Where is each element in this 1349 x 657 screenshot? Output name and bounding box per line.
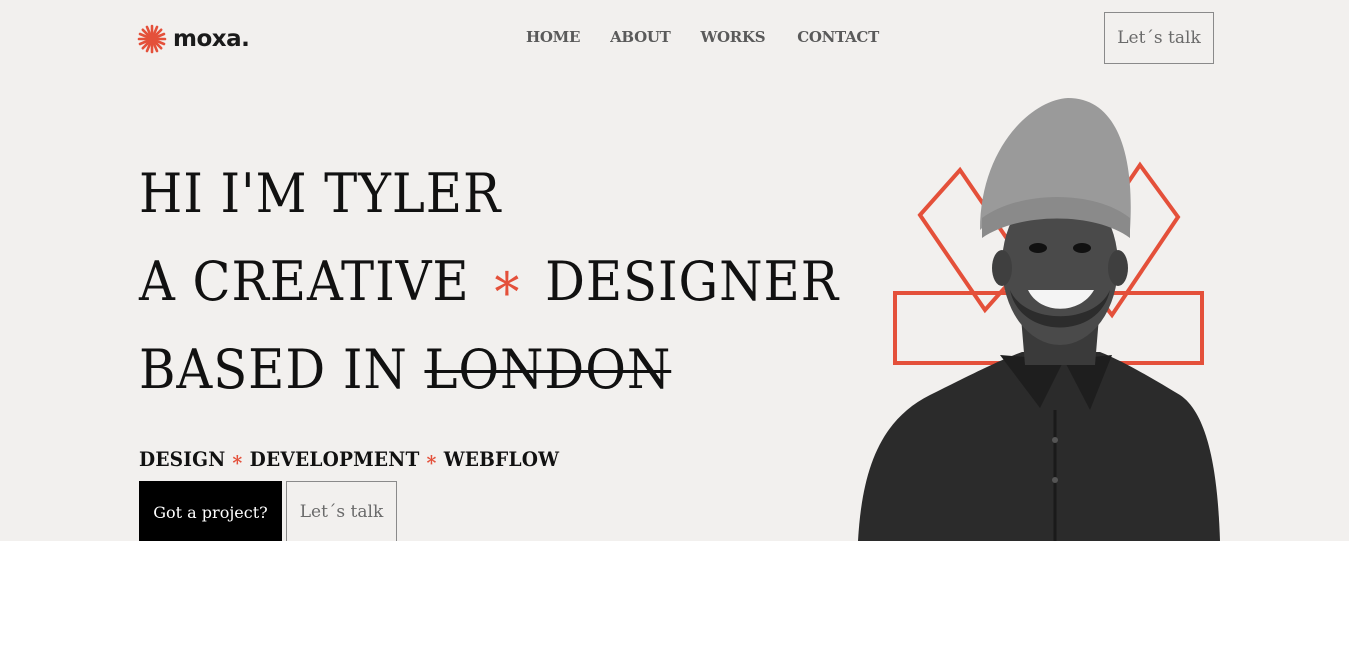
service-development: DEVELOPMENT — [249, 447, 420, 471]
portrait-image — [850, 90, 1230, 541]
headline-line-1: HI I'M TYLER — [139, 162, 502, 225]
hero-section: moxa. HOME ABOUT WORKS CONTACT Let´s tal… — [0, 0, 1349, 541]
asterisk-icon: ∗ — [231, 447, 245, 471]
nav-contact[interactable]: CONTACT — [797, 28, 879, 46]
hero-lets-talk-button[interactable]: Let´s talk — [286, 481, 397, 541]
service-design: DESIGN — [139, 447, 226, 471]
got-a-project-button[interactable]: Got a project? — [139, 481, 282, 541]
nav-works[interactable]: WORKS — [700, 28, 765, 46]
sunburst-icon — [137, 24, 167, 54]
service-webflow: WEBFLOW — [443, 447, 560, 471]
headline-designer: DESIGNER — [545, 250, 840, 313]
main-nav: HOME ABOUT WORKS CONTACT — [526, 28, 909, 46]
services-list: DESIGN ∗ DEVELOPMENT ∗ WEBFLOW — [139, 447, 559, 471]
asterisk-icon: ∗ — [425, 447, 439, 471]
nav-home[interactable]: HOME — [526, 28, 580, 46]
headline-creative: A CREATIVE — [139, 250, 470, 313]
asterisk-icon: ∗ — [490, 250, 525, 313]
headline-based-in: BASED IN — [139, 338, 408, 401]
header-lets-talk-button[interactable]: Let´s talk — [1104, 12, 1214, 64]
site-logo[interactable]: moxa. — [137, 22, 250, 56]
nav-about[interactable]: ABOUT — [610, 28, 671, 46]
logo-text: moxa. — [173, 26, 250, 52]
headline-line-2: A CREATIVE ∗ DESIGNER — [139, 238, 839, 326]
headline-london: LONDON — [424, 338, 672, 401]
hero-headline: HI I'M TYLER A CREATIVE ∗ DESIGNER BASED… — [139, 150, 839, 414]
headline-line-3: BASED IN LONDON — [139, 326, 839, 414]
